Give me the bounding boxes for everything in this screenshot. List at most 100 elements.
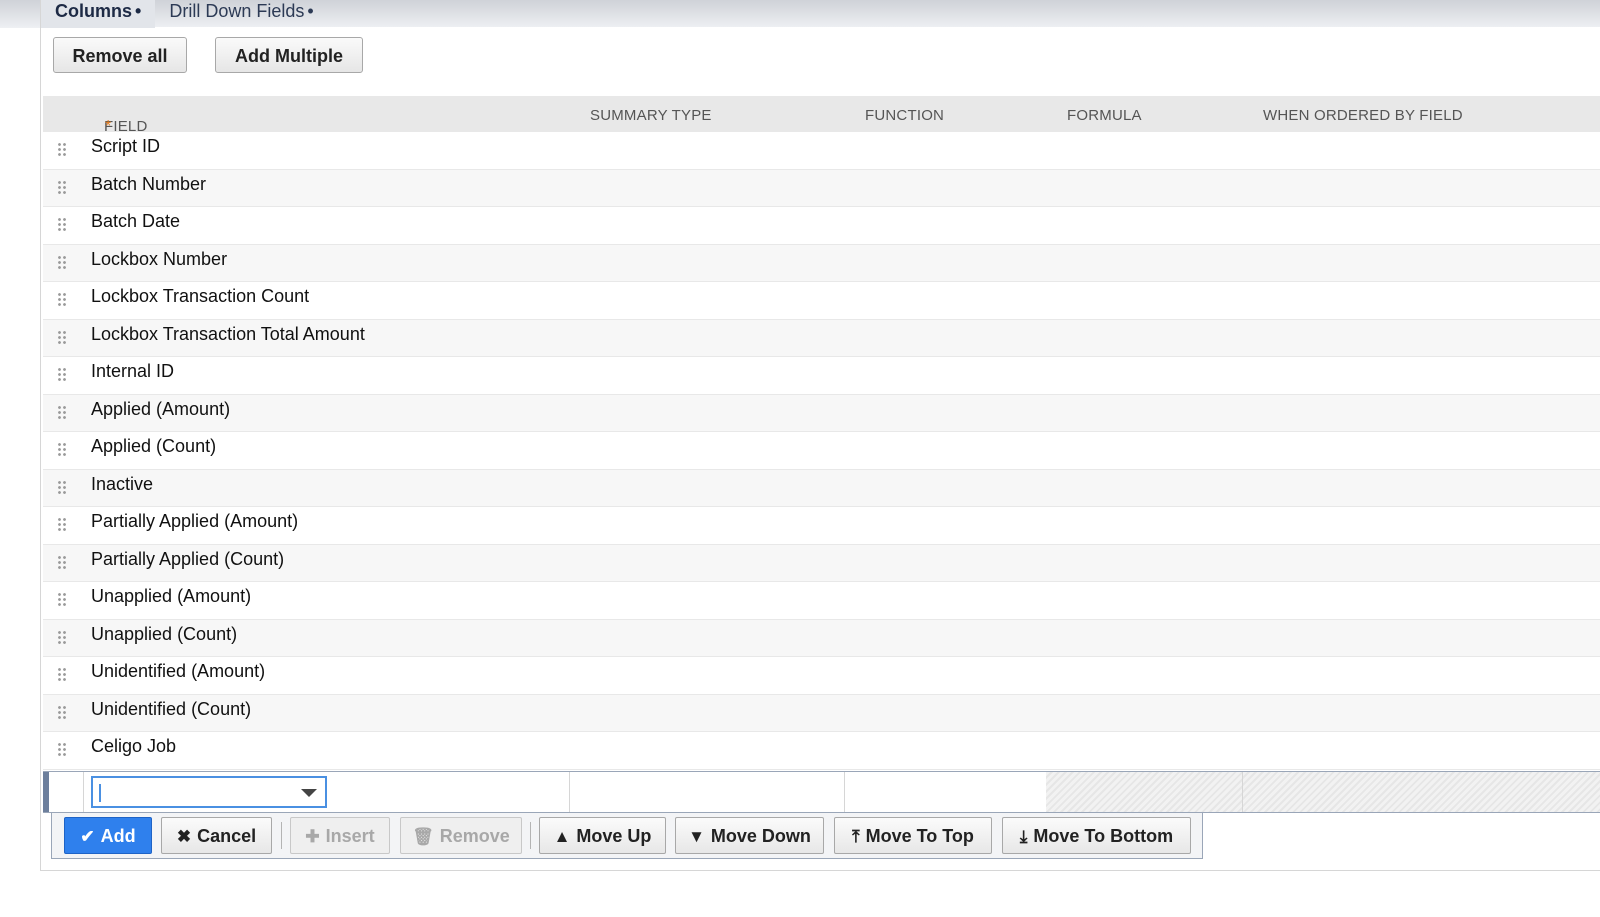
table-row[interactable]: Batch Date <box>43 207 1600 245</box>
drag-handle-icon[interactable] <box>57 442 67 458</box>
insert-button-label: Insert <box>325 826 375 846</box>
cancel-button[interactable]: ✖ Cancel <box>161 817 272 854</box>
drag-handle-icon[interactable] <box>57 329 67 346</box>
tab-columns-marker: • <box>135 1 142 21</box>
drag-handle-icon[interactable] <box>57 554 67 571</box>
drag-handle-icon[interactable] <box>57 629 67 646</box>
drag-handle-icon[interactable] <box>57 704 67 721</box>
row-field-label: Inactive <box>91 473 154 494</box>
subtabs: Columns • Drill Down Fields • <box>41 0 328 28</box>
row-field-label: Lockbox Transaction Total Amount <box>91 323 365 344</box>
table-row[interactable]: Internal ID <box>43 357 1600 395</box>
drag-handle-icon[interactable] <box>57 479 67 496</box>
add-button[interactable]: ✔ Add <box>64 817 152 854</box>
tab-columns-label: Columns <box>55 1 133 21</box>
row-field-label: Unidentified (Count) <box>91 698 252 719</box>
toolbar-divider <box>530 822 531 849</box>
x-icon: ✖ <box>176 827 192 846</box>
drag-handle-icon[interactable] <box>57 592 67 608</box>
tab-drill-down-fields[interactable]: Drill Down Fields • <box>155 0 327 28</box>
row-field-label: Partially Applied (Count) <box>91 548 285 569</box>
cell-divider <box>844 772 845 812</box>
row-toolbar: ✔ Add ✖ Cancel ✚ Insert 🗑 Remove ▲ Move Up ▼ M… <box>51 813 1203 859</box>
row-field-label: Internal ID <box>91 361 175 381</box>
table-row[interactable]: Batch Number <box>43 169 1600 207</box>
move-to-bottom-icon: ⤓ <box>1019 827 1028 846</box>
row-field-label: Batch Number <box>91 173 207 194</box>
drag-handle-icon[interactable] <box>57 179 67 196</box>
row-field-label: Applied (Amount) <box>91 398 231 419</box>
table-row[interactable]: Unidentified (Count) <box>43 694 1600 732</box>
drag-handle-icon[interactable] <box>57 404 67 421</box>
table-row[interactable]: Script ID <box>43 132 1600 170</box>
columns-panel: Columns • Drill Down Fields • Remove all A… <box>40 0 1600 871</box>
arrow-up-icon: ▲ <box>553 827 571 846</box>
table-row[interactable]: Applied (Amount) <box>43 394 1600 432</box>
remove-button-label: Remove <box>439 826 510 846</box>
table-row[interactable]: Lockbox Number <box>43 244 1600 282</box>
insert-button[interactable]: ✚ Insert <box>290 817 390 854</box>
table-row[interactable]: Lockbox Transaction Total Amount <box>43 319 1600 357</box>
row-field-label: Script ID <box>91 136 161 156</box>
table-row[interactable]: Celigo Job <box>43 732 1600 770</box>
row-field-label: Applied (Count) <box>91 436 217 456</box>
cell-divider <box>83 772 84 812</box>
move-down-button[interactable]: ▼ Move Down <box>675 817 824 854</box>
table-row[interactable]: Partially Applied (Count) <box>43 544 1600 582</box>
row-field-label: Unidentified (Amount) <box>91 661 266 681</box>
drag-handle-icon[interactable] <box>57 367 67 383</box>
move-to-top-button[interactable]: ⤒ Move To Top <box>834 817 992 854</box>
chevron-down-icon[interactable] <box>301 789 317 797</box>
tab-columns[interactable]: Columns • <box>41 0 156 28</box>
add-multiple-button[interactable]: Add Multiple <box>215 37 363 73</box>
move-to-top-icon: ⤒ <box>852 827 860 846</box>
add-button-label: Add <box>100 826 136 846</box>
drag-handle-icon[interactable] <box>57 292 67 308</box>
grid-header: FIELD * SUMMARY TYPE FUNCTION FORMULA WHE… <box>43 96 1600 135</box>
row-field-label: Lockbox Number <box>91 248 228 269</box>
check-icon: ✔ <box>80 827 95 846</box>
drag-handle-icon[interactable] <box>57 217 67 233</box>
remove-button[interactable]: 🗑 Remove <box>400 817 522 854</box>
table-row[interactable]: Unapplied (Count) <box>43 619 1600 657</box>
header-formula[interactable]: FORMULA <box>1067 107 1142 124</box>
text-caret <box>99 784 101 802</box>
move-down-button-label: Move Down <box>710 826 811 846</box>
trash-icon: 🗑 <box>412 827 434 846</box>
toolbar-divider <box>281 822 282 849</box>
header-summary-type[interactable]: SUMMARY TYPE <box>590 107 712 124</box>
table-row[interactable]: Unidentified (Amount) <box>43 657 1600 695</box>
table-row[interactable]: Lockbox Transaction Count <box>43 282 1600 320</box>
grid-rows: Script ID Batch Number Batch Date Lockbox N… <box>43 132 1600 770</box>
table-row[interactable]: Partially Applied (Amount) <box>43 507 1600 545</box>
drag-handle-icon[interactable] <box>57 667 67 683</box>
move-to-top-button-label: Move To Top <box>865 826 974 846</box>
drag-handle-icon[interactable] <box>57 742 67 758</box>
field-select[interactable] <box>91 776 327 808</box>
move-to-bottom-button[interactable]: ⤓ Move To Bottom <box>1002 817 1191 854</box>
header-function[interactable]: FUNCTION <box>865 107 944 124</box>
header-when-ordered-by-field[interactable]: WHEN ORDERED BY FIELD <box>1263 107 1463 124</box>
remove-all-button[interactable]: Remove all <box>53 37 187 73</box>
table-row[interactable]: Unapplied (Amount) <box>43 582 1600 620</box>
row-field-label: Lockbox Transaction Count <box>91 286 310 306</box>
formula-cell-disabled <box>1046 772 1242 812</box>
row-field-label: Unapplied (Amount) <box>91 586 252 606</box>
drag-handle-icon[interactable] <box>57 142 67 158</box>
table-row[interactable]: Inactive <box>43 469 1600 507</box>
arrow-down-icon: ▼ <box>688 827 705 846</box>
when-ordered-cell-disabled <box>1243 772 1600 812</box>
row-field-label: Unapplied (Count) <box>91 623 238 644</box>
drag-handle-icon[interactable] <box>57 254 67 271</box>
table-row[interactable]: Applied (Count) <box>43 432 1600 470</box>
tab-drill-down-label: Drill Down Fields <box>169 1 305 21</box>
drag-handle-icon[interactable] <box>57 517 67 533</box>
move-to-bottom-button-label: Move To Bottom <box>1033 826 1174 846</box>
cancel-button-label: Cancel <box>197 826 257 846</box>
row-field-label: Celigo Job <box>91 736 177 756</box>
row-field-label: Partially Applied (Amount) <box>91 511 299 531</box>
cell-divider <box>569 772 570 812</box>
move-up-button[interactable]: ▲ Move Up <box>539 817 666 854</box>
edit-row <box>43 771 1600 813</box>
edit-row-marker <box>43 772 49 812</box>
